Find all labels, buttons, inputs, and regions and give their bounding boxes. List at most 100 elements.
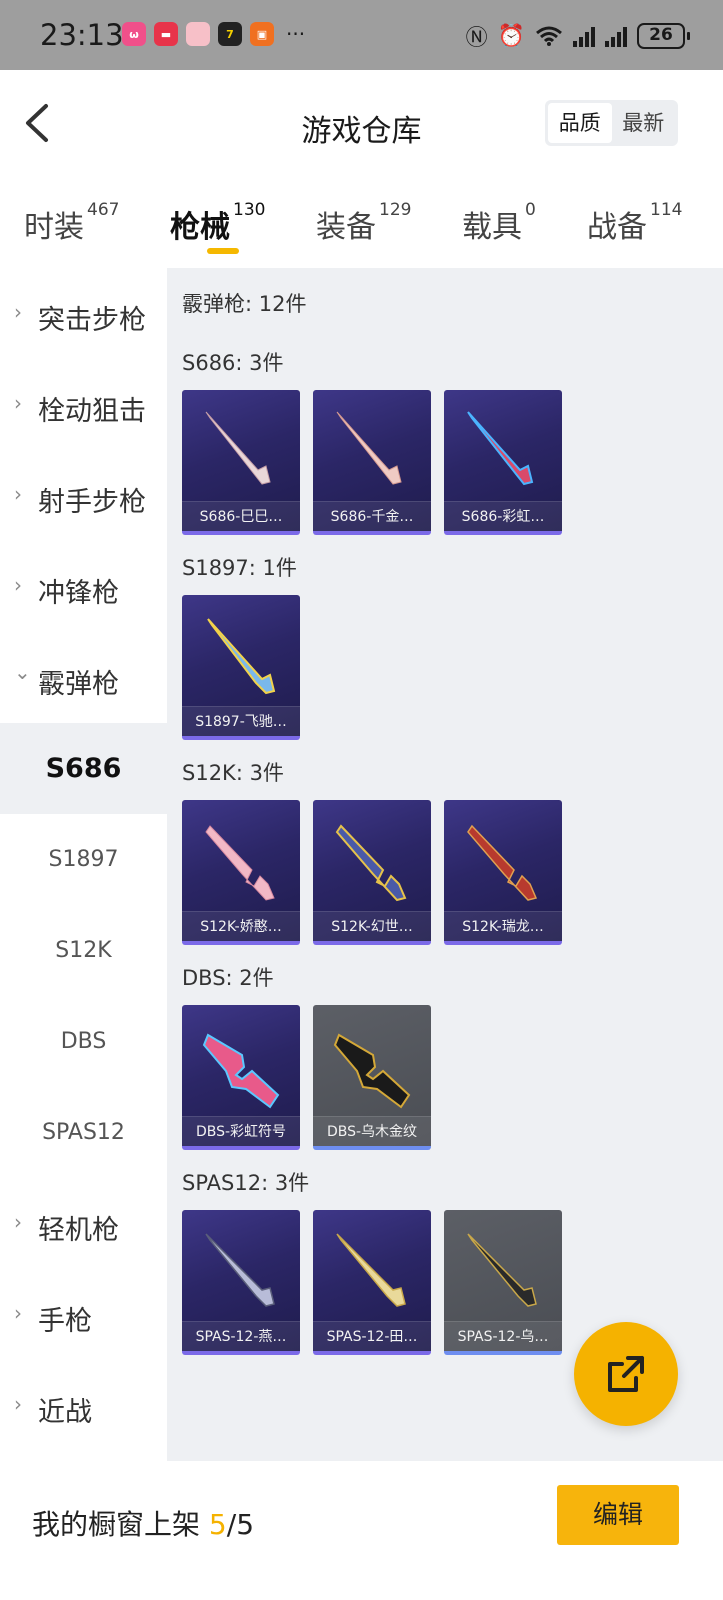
edit-button[interactable]: 编辑 bbox=[557, 1485, 679, 1545]
tab-equipment[interactable]: 装备 129 bbox=[316, 200, 411, 246]
status-bar: 23:13 ω ▬ 7 ▣ ··· Ⓝ ⏰ 26 bbox=[0, 0, 723, 70]
sidebar-item-pistol[interactable]: › 手枪 bbox=[0, 1269, 167, 1360]
sidebar-item-label: 冲锋枪 bbox=[38, 578, 119, 609]
item-name: DBS-乌木金纹 bbox=[313, 1116, 431, 1146]
sidebar-subitem-s1897[interactable]: S1897 bbox=[0, 814, 167, 905]
sidebar-item-marksman-rifle[interactable]: › 射手步枪 bbox=[0, 450, 167, 541]
item-name: S1897-飞驰… bbox=[182, 706, 300, 736]
notification-icons: ω ▬ 7 ▣ ··· bbox=[122, 22, 305, 46]
sidebar-item-label: 突击步枪 bbox=[38, 305, 146, 336]
tab-count: 130 bbox=[233, 200, 266, 220]
shotgun-icon bbox=[336, 1233, 406, 1307]
header: 游戏仓库 品质 最新 bbox=[0, 70, 723, 175]
tab-vehicles[interactable]: 载具 0 bbox=[462, 200, 536, 246]
item-name: S686-千金… bbox=[313, 501, 431, 531]
chevron-right-icon: › bbox=[14, 300, 22, 324]
shotgun-icon bbox=[336, 411, 402, 485]
sidebar-subitem-dbs[interactable]: DBS bbox=[0, 996, 167, 1087]
tab-label: 装备 bbox=[316, 210, 376, 245]
sidebar-subitem-spas12[interactable]: SPAS12 bbox=[0, 1087, 167, 1178]
shotgun-icon bbox=[467, 1233, 537, 1307]
tab-count: 114 bbox=[650, 200, 683, 220]
shotgun-icon bbox=[202, 1033, 280, 1109]
app-notification-icon: ▣ bbox=[250, 22, 274, 46]
share-button[interactable] bbox=[574, 1322, 678, 1426]
item-card[interactable]: S686-千金… bbox=[313, 390, 431, 535]
sidebar-item-label: 射手步枪 bbox=[38, 487, 146, 518]
category-tabs: 时装 467 枪械 130 装备 129 载具 0 战备 114 bbox=[0, 175, 723, 268]
item-card[interactable]: S12K-瑞龙… bbox=[444, 800, 562, 945]
item-card[interactable]: S686-巳巳… bbox=[182, 390, 300, 535]
item-card[interactable]: SPAS-12-田… bbox=[313, 1210, 431, 1355]
item-name: SPAS-12-田… bbox=[313, 1321, 431, 1351]
section-title: DBS: 2件 bbox=[182, 966, 274, 990]
shelf-separator: / bbox=[226, 1508, 237, 1541]
nfc-icon: Ⓝ bbox=[465, 26, 488, 51]
tab-fashion[interactable]: 时装 467 bbox=[24, 200, 120, 246]
item-name: DBS-彩虹符号 bbox=[182, 1116, 300, 1146]
active-tab-indicator bbox=[207, 248, 239, 254]
item-card[interactable]: S12K-幻世… bbox=[313, 800, 431, 945]
app-notification-icon: 7 bbox=[218, 22, 242, 46]
sidebar-subitem-s686[interactable]: S686 bbox=[0, 723, 167, 814]
sidebar-item-lmg[interactable]: › 轻机枪 bbox=[0, 1178, 167, 1269]
item-name: S12K-娇憨… bbox=[182, 911, 300, 941]
tab-guns[interactable]: 枪械 130 bbox=[170, 200, 266, 246]
sort-option-latest[interactable]: 最新 bbox=[612, 103, 676, 143]
item-name: SPAS-12-燕… bbox=[182, 1321, 300, 1351]
item-name: SPAS-12-乌… bbox=[444, 1321, 562, 1351]
shelf-current-count: 5 bbox=[208, 1508, 227, 1541]
bottom-bar: 我的橱窗上架 5/5 编辑 bbox=[0, 1461, 723, 1600]
sidebar-item-label: 栓动狙击 bbox=[38, 396, 146, 427]
item-name: S12K-幻世… bbox=[313, 911, 431, 941]
more-notifications-icon: ··· bbox=[286, 22, 306, 46]
sidebar-item-melee[interactable]: › 近战 bbox=[0, 1360, 167, 1451]
signal-icon bbox=[605, 25, 627, 47]
item-card[interactable]: SPAS-12-乌… bbox=[444, 1210, 562, 1355]
share-icon bbox=[608, 1356, 644, 1392]
sidebar-item-shotgun[interactable]: ⌄ 霰弹枪 bbox=[0, 632, 167, 723]
chevron-right-icon: › bbox=[14, 1301, 22, 1325]
sidebar-item-label: 手枪 bbox=[38, 1306, 92, 1337]
total-count: 霰弹枪: 12件 bbox=[182, 292, 307, 316]
signal-icon bbox=[573, 25, 595, 47]
tab-label: 载具 bbox=[462, 210, 522, 245]
sidebar-item-smg[interactable]: › 冲锋枪 bbox=[0, 541, 167, 632]
shotgun-icon bbox=[333, 1033, 411, 1109]
tab-count: 467 bbox=[87, 200, 120, 220]
shotgun-icon bbox=[467, 824, 538, 901]
sort-option-quality[interactable]: 品质 bbox=[548, 103, 612, 143]
sidebar-item-bolt-sniper[interactable]: › 栓动狙击 bbox=[0, 359, 167, 450]
sidebar-item-label: 近战 bbox=[38, 1397, 92, 1428]
chevron-right-icon: › bbox=[14, 1392, 22, 1416]
item-name: S686-彩虹… bbox=[444, 501, 562, 531]
chevron-right-icon: › bbox=[14, 482, 22, 506]
tab-label: 枪械 bbox=[170, 210, 230, 245]
shotgun-icon bbox=[205, 1233, 275, 1307]
sidebar-item-assault-rifle[interactable]: › 突击步枪 bbox=[0, 268, 167, 359]
item-card[interactable]: S686-彩虹… bbox=[444, 390, 562, 535]
shotgun-icon bbox=[205, 411, 271, 485]
shotgun-icon bbox=[467, 411, 534, 486]
sidebar-subitem-s12k[interactable]: S12K bbox=[0, 905, 167, 996]
chevron-right-icon: › bbox=[14, 1210, 22, 1234]
tab-label: 战备 bbox=[587, 210, 647, 245]
item-card[interactable]: DBS-乌木金纹 bbox=[313, 1005, 431, 1150]
alarm-icon: ⏰ bbox=[497, 23, 525, 49]
item-card[interactable]: S12K-娇憨… bbox=[182, 800, 300, 945]
item-card[interactable]: SPAS-12-燕… bbox=[182, 1210, 300, 1355]
sort-toggle: 品质 最新 bbox=[545, 100, 678, 146]
app-notification-icon: ω bbox=[122, 22, 146, 46]
item-name: S12K-瑞龙… bbox=[444, 911, 562, 941]
status-time: 23:13 bbox=[40, 18, 124, 52]
item-card[interactable]: DBS-彩虹符号 bbox=[182, 1005, 300, 1150]
tab-label: 时装 bbox=[24, 210, 84, 245]
tab-supplies[interactable]: 战备 114 bbox=[587, 200, 683, 246]
sidebar-item-label: 轻机枪 bbox=[38, 1215, 119, 1246]
shelf-status: 我的橱窗上架 5/5 bbox=[32, 1503, 254, 1543]
item-card[interactable]: S1897-飞驰… bbox=[182, 595, 300, 740]
sidebar: › 突击步枪 › 栓动狙击 › 射手步枪 › 冲锋枪 ⌄ 霰弹枪 S686 S1897 S… bbox=[0, 268, 167, 1468]
item-name: S686-巳巳… bbox=[182, 501, 300, 531]
section-title: S1897: 1件 bbox=[182, 556, 297, 580]
wifi-icon bbox=[536, 26, 562, 46]
